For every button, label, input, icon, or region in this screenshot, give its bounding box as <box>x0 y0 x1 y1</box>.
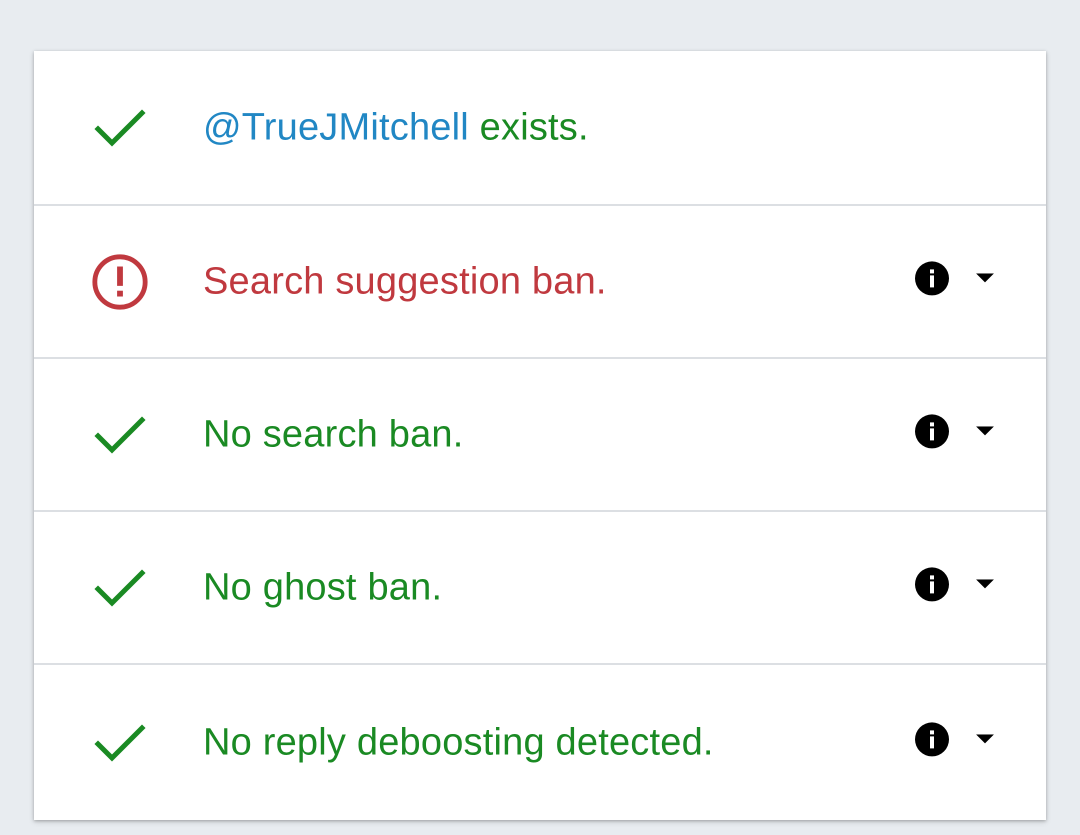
result-row-search-ban: No search ban. <box>34 359 1046 512</box>
checkmark-icon <box>90 713 150 773</box>
chevron-down-icon[interactable] <box>976 733 994 744</box>
chevron-down-icon[interactable] <box>976 578 994 589</box>
result-label: @TrueJMitchell exists. <box>203 106 589 149</box>
result-text: No reply deboosting detected. <box>203 721 714 763</box>
info-icon[interactable] <box>914 721 950 757</box>
checkmark-icon <box>90 405 150 465</box>
result-row-exists: @TrueJMitchell exists. <box>34 51 1046 206</box>
checkmark-icon <box>90 558 150 618</box>
result-row-ghost-ban: No ghost ban. <box>34 512 1046 665</box>
info-icon[interactable] <box>914 566 950 602</box>
result-row-search-suggestion-ban: Search suggestion ban. <box>34 206 1046 359</box>
result-text: exists. <box>468 106 589 148</box>
result-text: No search ban. <box>203 413 464 455</box>
chevron-down-icon[interactable] <box>976 425 994 436</box>
result-row-reply-deboosting: No reply deboosting detected. <box>34 665 1046 820</box>
result-text: Search suggestion ban. <box>203 260 607 302</box>
alert-circle-icon <box>90 252 150 312</box>
row-actions <box>914 260 994 296</box>
result-text: No ghost ban. <box>203 566 443 608</box>
info-icon[interactable] <box>914 413 950 449</box>
row-actions <box>914 413 994 449</box>
chevron-down-icon[interactable] <box>976 272 994 283</box>
account-handle-link[interactable]: @TrueJMitchell <box>203 106 469 148</box>
info-icon[interactable] <box>914 260 950 296</box>
row-actions <box>914 721 994 757</box>
results-card: @TrueJMitchell exists. Search suggestion… <box>34 51 1046 820</box>
checkmark-icon <box>90 98 150 158</box>
row-actions <box>914 566 994 602</box>
